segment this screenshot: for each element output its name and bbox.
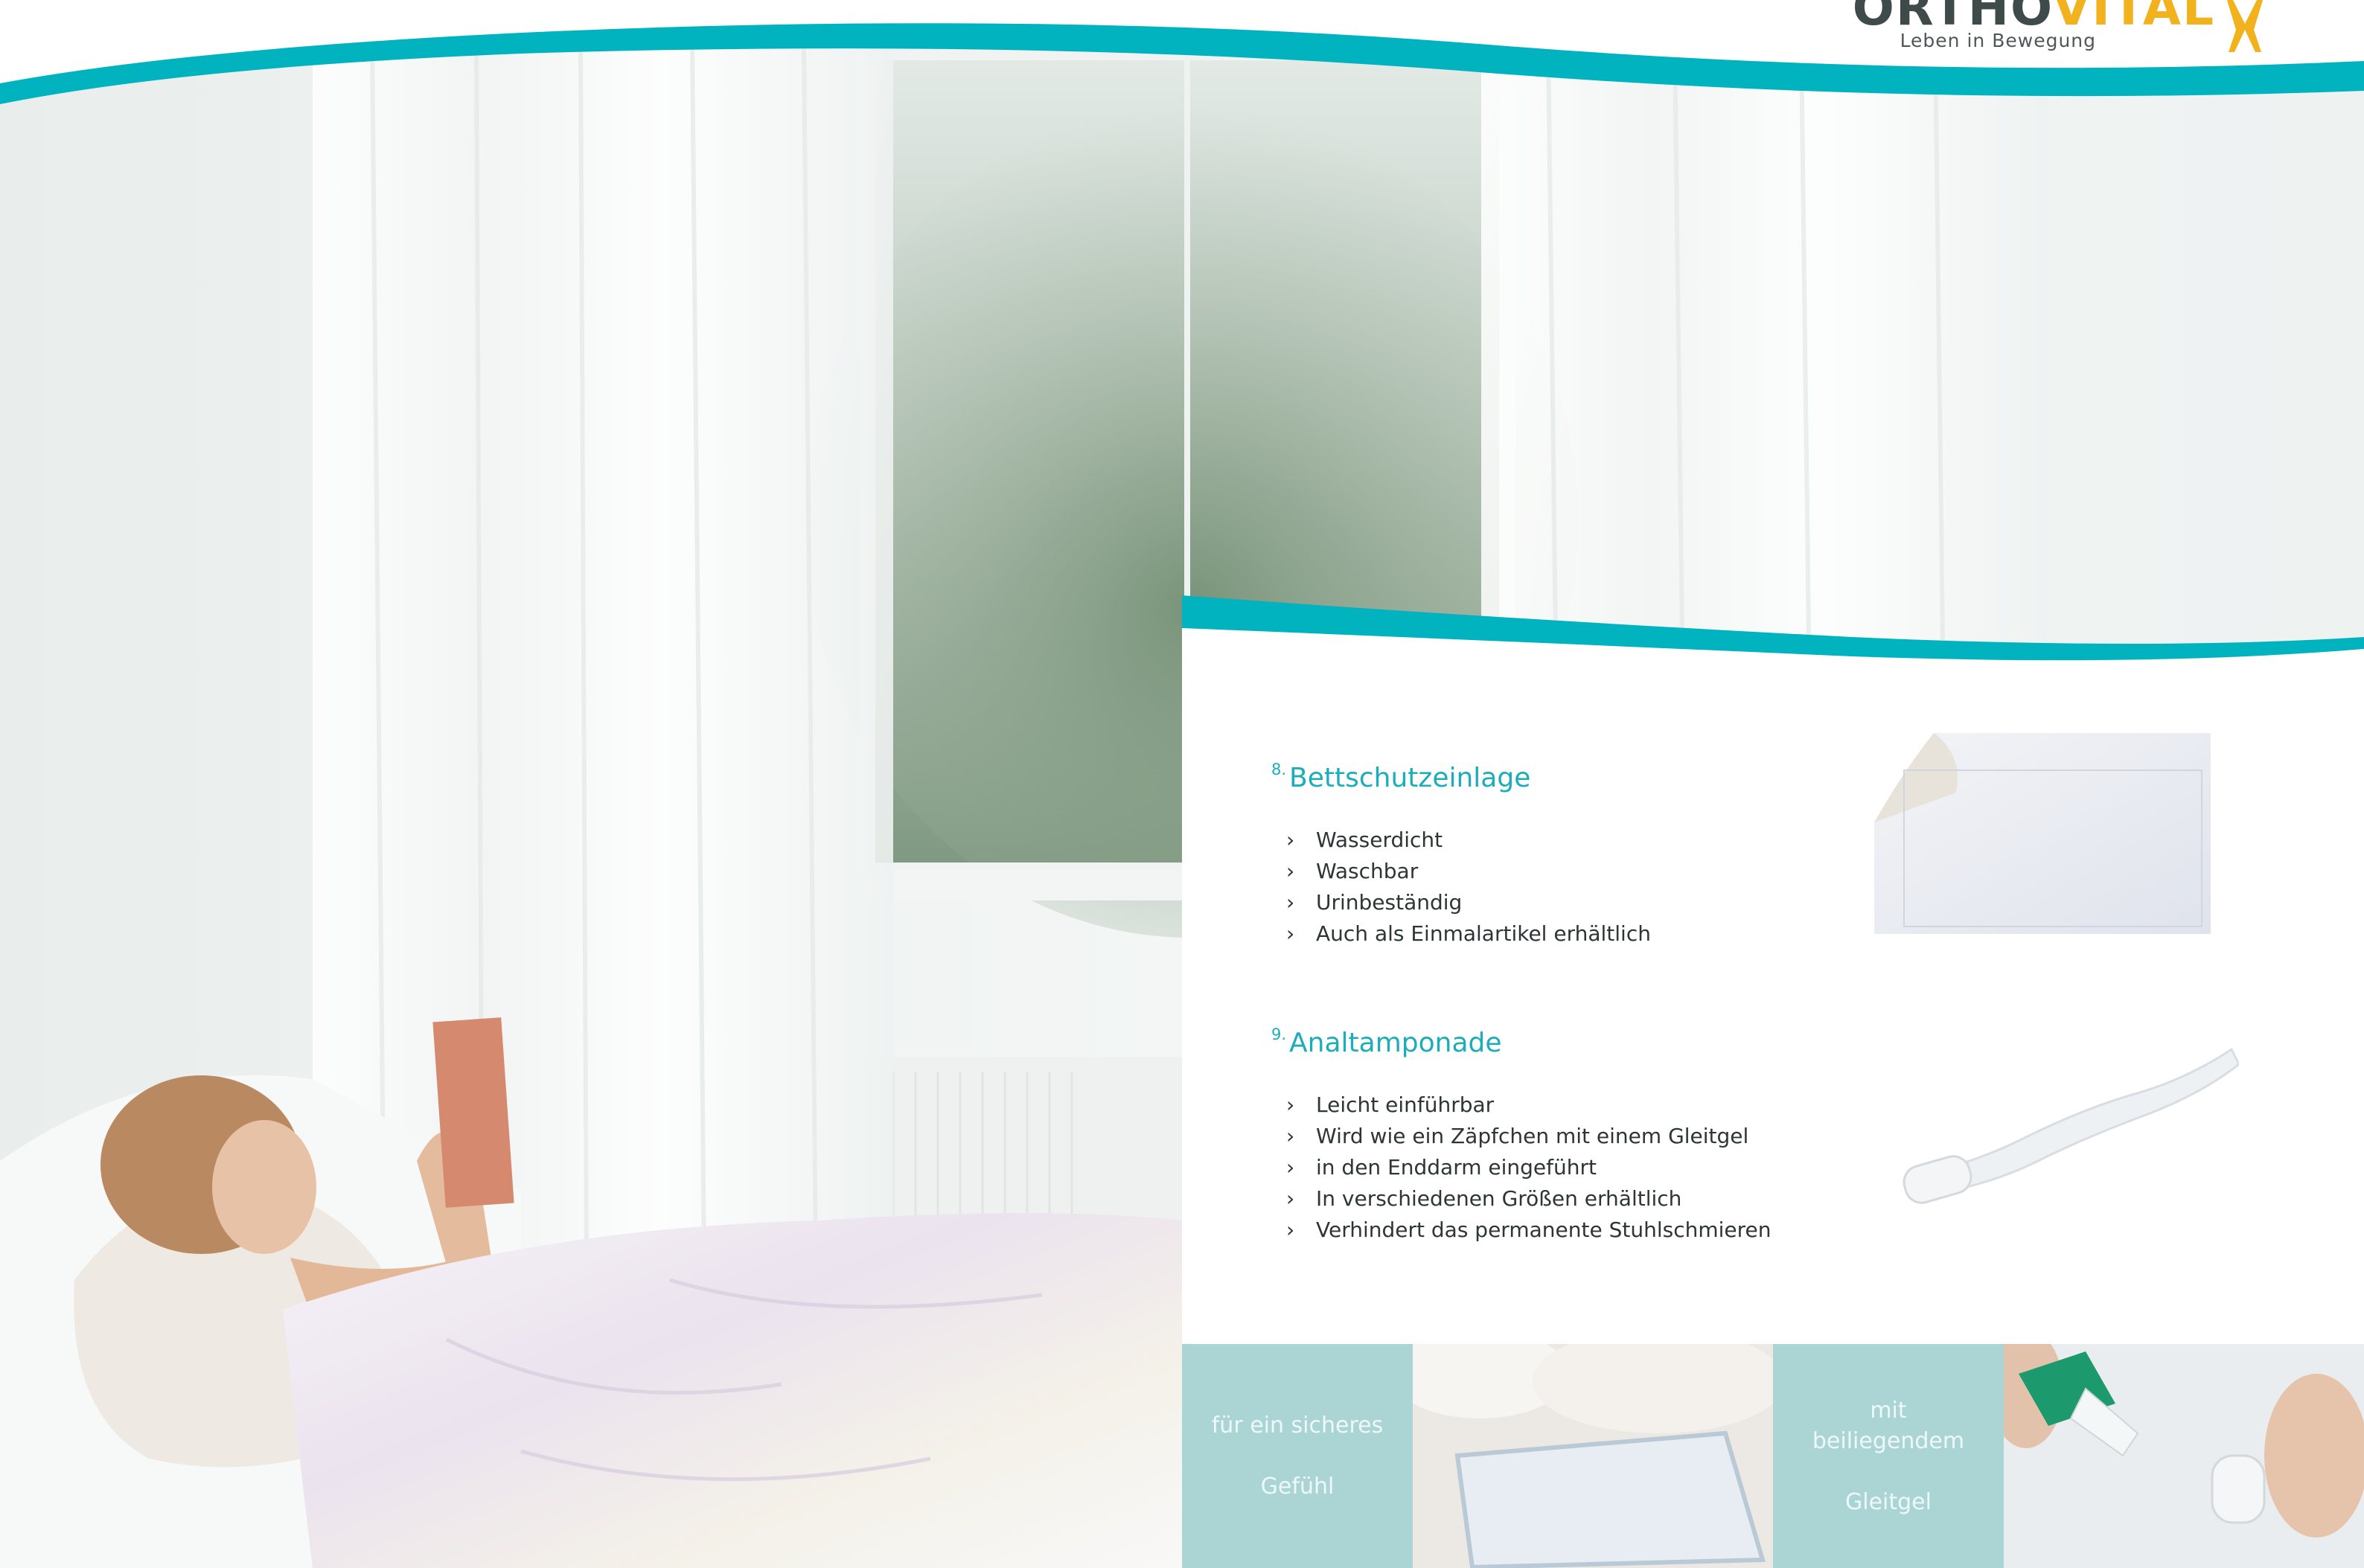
product-9-features: Leicht einführbar Wird wie ein Zäpfchen …: [1286, 1089, 1772, 1246]
product-8-features: Wasserdicht Waschbar Urinbeständig Auch …: [1286, 825, 1651, 950]
anal-tampon-image: [1903, 1047, 2239, 1204]
feature-item: Waschbar: [1286, 856, 1651, 887]
product-9-number: 9.: [1271, 1025, 1287, 1043]
feature-item: Wasserdicht: [1286, 825, 1651, 856]
logo-tagline: Leben in Bewegung: [1900, 30, 2096, 51]
caption-tile-1: für ein sicheres Gefühl: [1182, 1344, 1413, 1568]
caption-tile-1-line-1: für ein sicheres: [1211, 1412, 1384, 1439]
feature-item: Auch als Einmalartikel erhältlich: [1286, 918, 1651, 950]
product-8-name: Bettschutzeinlage: [1289, 763, 1531, 793]
feature-item: Verhindert das permanente Stuhlschmieren: [1286, 1215, 1772, 1246]
logo-figure-icon: [2227, 0, 2263, 52]
feature-item-continued: in den Enddarm eingeführt: [1286, 1152, 1772, 1183]
product-9-name: Analtamponade: [1289, 1028, 1502, 1058]
feature-item: Leicht einführbar: [1286, 1089, 1772, 1121]
caption-tile-2: mit beiliegendem Gleitgel: [1773, 1344, 2004, 1568]
caption-tile-2-line-2: Gleitgel: [1845, 1488, 1932, 1515]
feature-item: Wird wie ein Zäpfchen mit einem Gleitgel: [1286, 1121, 1772, 1152]
product-8-title: 8. Bettschutzeinlage: [1271, 761, 1530, 793]
feature-continuation-text: in den Enddarm eingeführt: [1316, 1155, 1597, 1180]
orthovital-logo[interactable]: ORTHOVITAL Leben in Bewegung: [1853, 0, 2319, 60]
lubricant-gel-photo: [2004, 1344, 2364, 1568]
product-9-title: 9. Analtamponade: [1271, 1025, 1502, 1058]
product-8-number: 8.: [1271, 761, 1287, 778]
pad-on-bed-photo: [1413, 1344, 1773, 1568]
caption-tile-2-line-1: mit beiliegendem: [1812, 1397, 1965, 1454]
caption-tile-1-line-2: Gefühl: [1260, 1473, 1335, 1500]
product-panel: 8.Bettschutzeinlage Wasserdicht Waschbar…: [1182, 588, 2364, 1568]
bed-protection-pad-image: [1874, 726, 2224, 949]
feature-item: In verschiedenen Größen erhältlich: [1286, 1183, 1772, 1215]
feature-item: Urinbeständig: [1286, 887, 1651, 918]
